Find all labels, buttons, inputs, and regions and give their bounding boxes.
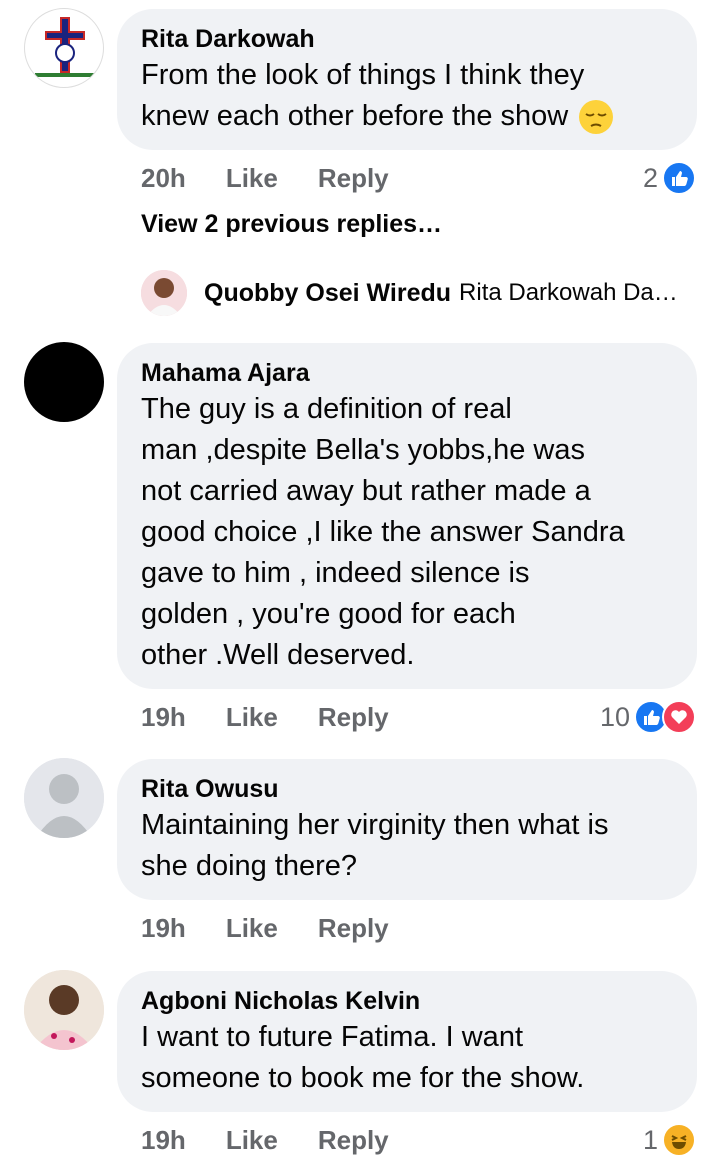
like-icon	[662, 161, 696, 195]
comment-bubble: Rita Darkowah From the look of things I …	[117, 9, 697, 150]
reaction-count: 1	[642, 1124, 658, 1155]
comment-text-line: I want to future Fatima. I want	[141, 1021, 523, 1053]
comment-text-line: golden , you're good for each	[141, 598, 516, 630]
reply-button[interactable]: Reply	[318, 163, 389, 194]
person-photo-icon	[141, 270, 187, 316]
reply-snippet: Rita Darkowah Da…	[459, 279, 678, 306]
comment-actions: 19h Like Reply	[141, 1120, 429, 1160]
timestamp[interactable]: 19h	[141, 702, 186, 733]
like-button[interactable]: Like	[226, 702, 278, 733]
reaction-count: 10	[599, 701, 630, 732]
comment-text-line: From the look of things I think they	[141, 59, 585, 91]
reply-author[interactable]: Quobby Osei Wiredu	[204, 279, 451, 308]
avatar[interactable]	[24, 758, 104, 838]
church-logo-icon	[35, 17, 95, 77]
like-button[interactable]: Like	[226, 163, 278, 194]
comment-text-line: gave to him , indeed silence is	[141, 557, 530, 589]
avatar[interactable]	[141, 270, 187, 316]
comment-text-line: someone to book me for the show.	[141, 1062, 585, 1094]
comment-actions: 20h Like Reply	[141, 158, 429, 198]
comment-bubble: Rita Owusu Maintaining her virginity the…	[117, 759, 697, 900]
like-button[interactable]: Like	[226, 1125, 278, 1156]
default-avatar-icon	[24, 758, 104, 838]
reaction-summary[interactable]: 1	[643, 1120, 696, 1160]
timestamp[interactable]: 19h	[141, 913, 186, 944]
reaction-summary[interactable]: 10	[600, 697, 696, 737]
like-button[interactable]: Like	[226, 913, 278, 944]
reaction-summary[interactable]: 2	[643, 158, 696, 198]
avatar[interactable]	[24, 970, 104, 1050]
reply-button[interactable]: Reply	[318, 1125, 389, 1156]
comment-actions: 19h Like Reply	[141, 908, 429, 948]
comment-actions: 19h Like Reply	[141, 697, 429, 737]
reply-preview[interactable]: Quobby Osei Wiredu Rita Darkowah Da…	[141, 270, 678, 316]
comment-text-line: knew each other before the show	[141, 100, 569, 132]
view-previous-replies-link[interactable]: View 2 previous replies…	[141, 210, 442, 239]
comment-bubble: Agboni Nicholas Kelvin I want to future …	[117, 971, 697, 1112]
comment-text-line: she doing there?	[141, 850, 358, 882]
comment-bubble: Mahama Ajara The guy is a definition of …	[117, 343, 697, 689]
love-icon	[662, 700, 696, 734]
timestamp[interactable]: 19h	[141, 1125, 186, 1156]
reply-button[interactable]: Reply	[318, 913, 389, 944]
comment-text-line: man ,despite Bella's yobbs,he was	[141, 434, 586, 466]
comment-author[interactable]: Rita Owusu	[141, 773, 673, 805]
comment-author[interactable]: Mahama Ajara	[141, 357, 673, 389]
timestamp[interactable]: 20h	[141, 163, 186, 194]
comment-text-line: Maintaining her virginity then what is	[141, 809, 609, 841]
comment-author[interactable]: Rita Darkowah	[141, 23, 673, 55]
haha-icon	[662, 1123, 696, 1157]
comment-text-line: other .Well deserved.	[141, 639, 415, 671]
avatar[interactable]	[24, 8, 104, 88]
comment-text-line: The guy is a definition of real	[141, 393, 512, 425]
person-photo-icon	[24, 970, 104, 1050]
comment-author[interactable]: Agboni Nicholas Kelvin	[141, 985, 673, 1017]
reaction-count: 2	[642, 162, 658, 193]
comment-text-line: good choice ,I like the answer Sandra	[141, 516, 625, 548]
comment-text-line: not carried away but rather made a	[141, 475, 591, 507]
pensive-face-emoji-icon	[579, 99, 614, 134]
avatar[interactable]	[24, 342, 104, 422]
reply-button[interactable]: Reply	[318, 702, 389, 733]
